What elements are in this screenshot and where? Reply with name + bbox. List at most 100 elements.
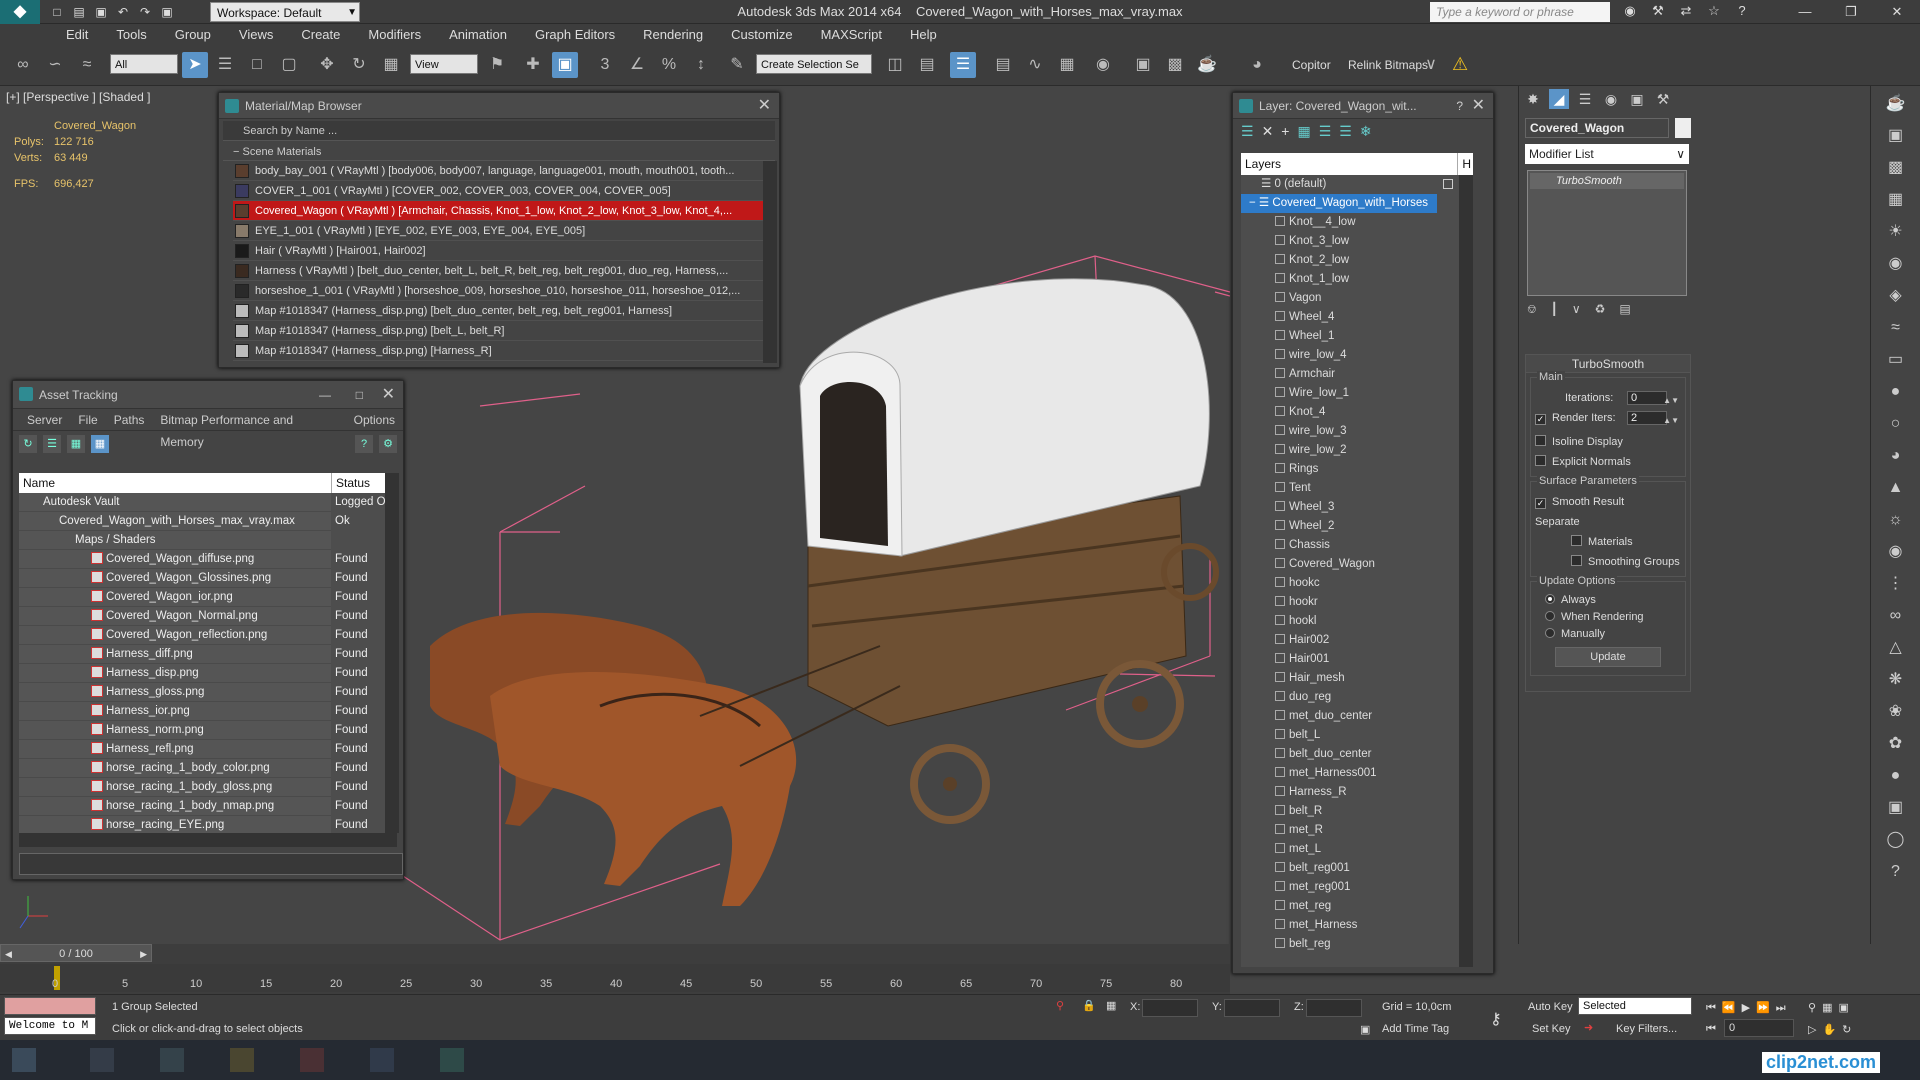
layer-object[interactable]: wire_low_2	[1241, 441, 1473, 460]
material-row[interactable]: horseshoe_1_001 ( VRayMtl ) [horseshoe_0…	[233, 281, 769, 301]
show-end-result-icon[interactable]: ┃	[1551, 302, 1558, 317]
layer-object[interactable]: Wheel_4	[1241, 308, 1473, 327]
layer-object[interactable]: Hair_mesh	[1241, 669, 1473, 688]
current-layer-box-icon[interactable]	[1443, 179, 1453, 189]
update-button[interactable]: Update	[1555, 647, 1661, 667]
help-icon[interactable]: ?	[1732, 3, 1752, 19]
move-icon[interactable]: ✥	[314, 52, 340, 78]
wheel-icon[interactable]: ❋	[1881, 666, 1911, 694]
reference-coordinate-dropdown[interactable]: View	[410, 54, 478, 74]
auto-key-button[interactable]: Auto Key	[1528, 1001, 1573, 1013]
render-icon[interactable]: ▣	[1881, 122, 1911, 150]
key-mode-icon[interactable]: ⏮	[1706, 1023, 1716, 1036]
layer-object[interactable]: met_reg	[1241, 897, 1473, 916]
redo-icon[interactable]: ↷	[136, 3, 154, 21]
cone-icon[interactable]: ▲	[1881, 474, 1911, 502]
schematic-view-icon[interactable]: ▦	[1054, 52, 1080, 78]
orbit-icon[interactable]: ↻	[1842, 1024, 1857, 1036]
layer-object[interactable]: Hair001	[1241, 650, 1473, 669]
menu-bitmap-performance[interactable]: Bitmap Performance and Memory	[152, 409, 345, 449]
layer-tree-scrollbar[interactable]	[1459, 175, 1473, 967]
table-row[interactable]: Maps / Shaders	[19, 531, 397, 550]
layer-object[interactable]: hookl	[1241, 612, 1473, 631]
copitor-icon[interactable]: ◕	[1244, 52, 1270, 78]
material-row-selected[interactable]: Covered_Wagon ( VRayMtl ) [Armchair, Cha…	[233, 201, 769, 221]
create-tab-icon[interactable]: ✸	[1523, 89, 1543, 109]
close-icon[interactable]: ✕	[382, 381, 395, 409]
menu-graph-editors[interactable]: Graph Editors	[521, 24, 629, 46]
hierarchy-tab-icon[interactable]: ☰	[1575, 89, 1595, 109]
relink-bitmaps-label[interactable]: Relink Bitmaps	[1348, 58, 1428, 72]
scale-icon[interactable]: ▦	[378, 52, 404, 78]
settings-icon[interactable]: ⚙	[379, 435, 397, 453]
layer-object[interactable]: Rings	[1241, 460, 1473, 479]
iterations-spinner[interactable]: 0	[1627, 391, 1667, 405]
maxscript-input[interactable]: Welcome to M	[4, 1017, 96, 1035]
minimize-icon[interactable]: —	[319, 381, 331, 409]
binoculars-icon[interactable]: ◉	[1620, 3, 1640, 19]
motion-tab-icon[interactable]: ◉	[1601, 89, 1621, 109]
maxscript-listener-mini[interactable]	[4, 997, 96, 1015]
circle-icon[interactable]: ○	[1881, 410, 1911, 438]
table-row[interactable]: horse_racing_1_body_gloss.png Found	[19, 778, 397, 797]
render-iters-spinner[interactable]: 2	[1627, 411, 1667, 425]
menu-options[interactable]: Options	[346, 409, 403, 430]
material-row[interactable]: body_bay_001 ( VRayMtl ) [body006, body0…	[233, 161, 769, 181]
configure-sets-icon[interactable]: ▤	[1619, 302, 1630, 317]
new-file-icon[interactable]: □	[48, 3, 66, 21]
start-icon[interactable]	[12, 1048, 36, 1072]
material-row[interactable]: COVER_1_001 ( VRayMtl ) [COVER_002, COVE…	[233, 181, 769, 201]
explicit-normals-checkbox[interactable]	[1535, 455, 1546, 466]
list-view-icon[interactable]: ☰	[43, 435, 61, 453]
unlink-icon[interactable]: ∽	[42, 52, 68, 78]
disc-icon[interactable]: ◉	[1881, 538, 1911, 566]
tripod-icon[interactable]: △	[1881, 634, 1911, 662]
create-layer-icon[interactable]: ☰	[1241, 123, 1254, 141]
layer-object[interactable]: met_duo_center	[1241, 707, 1473, 726]
teapot-icon[interactable]: ☕	[1881, 90, 1911, 118]
track-bar[interactable]: 0 5 10 15 20 25 30 35 40 45 50 55 60 65 …	[0, 964, 1230, 992]
material-editor-icon[interactable]: ◉	[1090, 52, 1116, 78]
align-icon[interactable]: ▤	[914, 52, 940, 78]
play-icon[interactable]: ▶	[1742, 1002, 1756, 1014]
asset-table-vscrollbar[interactable]	[385, 473, 399, 833]
pivot-center-icon[interactable]: ⚑	[484, 52, 510, 78]
table-row[interactable]: Covered_Wagon_Normal.png Found	[19, 607, 397, 626]
help-icon[interactable]: ?	[1456, 93, 1463, 119]
rectangular-selection-icon[interactable]: □	[244, 52, 270, 78]
column-hide[interactable]: H	[1457, 153, 1471, 175]
remove-modifier-icon[interactable]: ♻	[1595, 302, 1606, 317]
refresh-icon[interactable]: ↻	[19, 435, 37, 453]
table-row[interactable]: Harness_norm.png Found	[19, 721, 397, 740]
layer-object[interactable]: Covered_Wagon	[1241, 555, 1473, 574]
menu-customize[interactable]: Customize	[717, 24, 806, 46]
layer-object[interactable]: belt_reg	[1241, 935, 1473, 954]
layer-object[interactable]: Armchair	[1241, 365, 1473, 384]
object-color-swatch[interactable]	[1675, 118, 1691, 138]
layer-object[interactable]: wire_low_3	[1241, 422, 1473, 441]
menu-modifiers[interactable]: Modifiers	[354, 24, 435, 46]
y-coordinate-field[interactable]	[1224, 999, 1280, 1017]
set-key-button[interactable]: Set Key	[1532, 1023, 1571, 1035]
graphite-ribbon-icon[interactable]: ▤	[990, 52, 1016, 78]
app-logo[interactable]: ◆	[0, 0, 40, 24]
copitor-label[interactable]: Copitor	[1292, 58, 1331, 72]
layer-object[interactable]: Knot__4_low	[1241, 213, 1473, 232]
key-icon[interactable]: ⚷	[1490, 1009, 1502, 1029]
add-icon[interactable]: +	[1281, 123, 1289, 141]
mirror-icon[interactable]: ◫	[882, 52, 908, 78]
layer-object[interactable]: Knot_1_low	[1241, 270, 1473, 289]
prev-key-icon[interactable]: ⏪	[1722, 1002, 1742, 1014]
always-radio[interactable]	[1545, 594, 1555, 604]
relink-dropdown-icon[interactable]: ∨	[1418, 52, 1444, 78]
go-to-end-icon[interactable]: ⏭	[1776, 1002, 1792, 1014]
table-row[interactable]: horse_racing_EYE.png Found	[19, 816, 397, 833]
help-icon[interactable]: ?	[1881, 858, 1911, 886]
asset-table-hscrollbar[interactable]	[19, 833, 397, 847]
undo-icon[interactable]: ↶	[114, 3, 132, 21]
render-settings-icon[interactable]: ▣	[1881, 794, 1911, 822]
menu-tools[interactable]: Tools	[102, 24, 160, 46]
table-row[interactable]: Covered_Wagon_reflection.png Found	[19, 626, 397, 645]
dome-icon[interactable]: ◕	[1881, 442, 1911, 470]
select-in-layer-icon[interactable]: ▦	[1297, 123, 1310, 141]
